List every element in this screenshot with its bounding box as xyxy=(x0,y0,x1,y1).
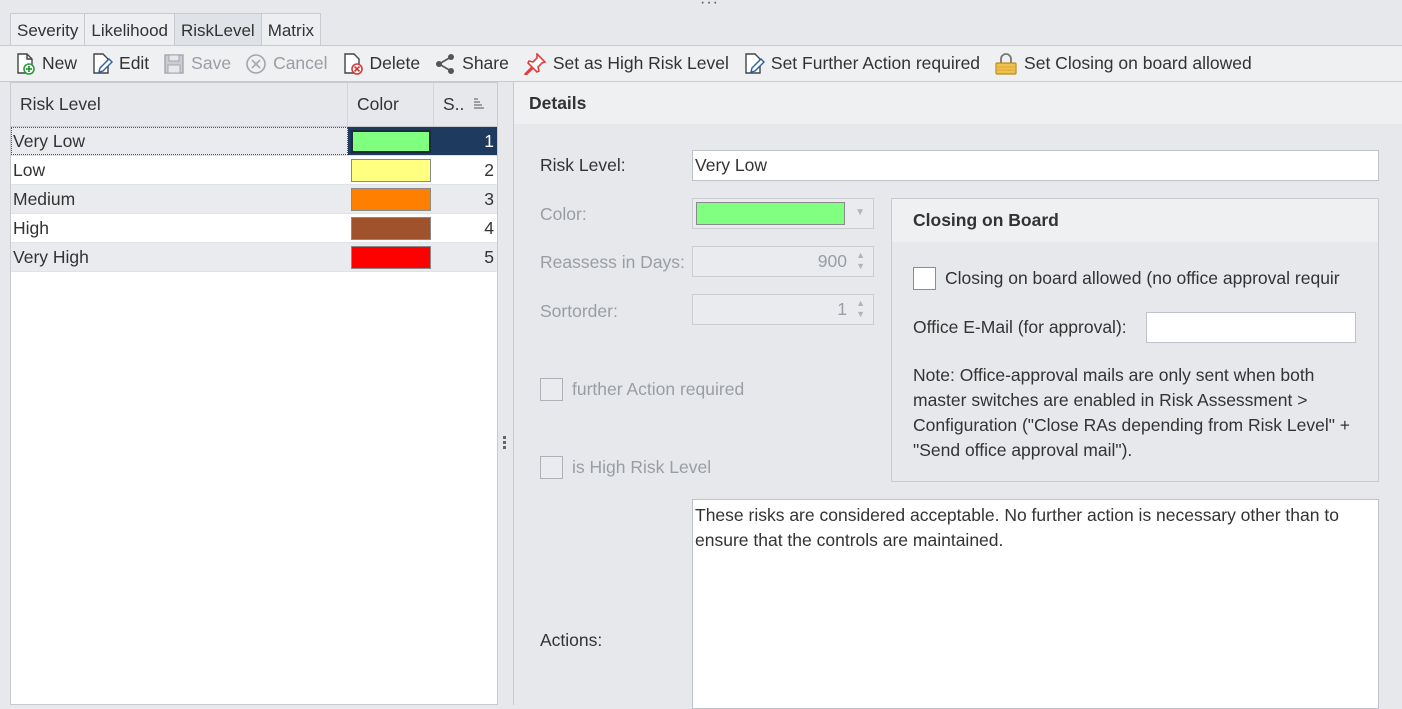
sort-ascending-icon xyxy=(474,98,484,109)
risk-level-grid: Risk Level Color S.. Very Low 1 Low 2 Me… xyxy=(10,82,498,705)
delete-document-icon xyxy=(343,52,363,75)
column-header-sortorder[interactable]: S.. xyxy=(434,83,497,126)
cell-color xyxy=(348,214,434,242)
color-swatch xyxy=(351,129,431,153)
edit-document-icon xyxy=(745,52,765,74)
cancel-label: Cancel xyxy=(273,53,328,73)
table-row[interactable]: High 4 xyxy=(11,214,497,243)
share-label: Share xyxy=(462,53,509,73)
table-row[interactable]: Low 2 xyxy=(11,156,497,185)
spinner-arrows-icon: ▲ ▼ xyxy=(856,298,865,319)
actions-textarea[interactable]: These risks are considered acceptable. N… xyxy=(692,499,1379,709)
risk-level-label: Risk Level: xyxy=(540,155,626,175)
cell-risk-level: Very Low xyxy=(11,127,348,155)
chevron-down-icon: ▼ xyxy=(855,207,865,218)
set-high-risk-label: Set as High Risk Level xyxy=(552,53,729,73)
toolbar: New Edit Save Cancel Delete Share Set as… xyxy=(0,45,1402,82)
spinner-arrows-icon: ▲ ▼ xyxy=(856,250,865,271)
reassess-label: Reassess in Days: xyxy=(540,252,685,272)
tab-strip: Severity Likelihood RiskLevel Matrix xyxy=(10,13,321,46)
table-row[interactable]: Very High 5 xyxy=(11,243,497,272)
cancel-button[interactable]: Cancel xyxy=(245,53,328,75)
cell-sortorder: 3 xyxy=(484,189,494,209)
table-row[interactable]: Very Low 1 xyxy=(11,127,497,156)
cell-color xyxy=(348,185,434,213)
new-button[interactable]: New xyxy=(14,52,78,75)
office-email-input[interactable] xyxy=(1146,312,1356,343)
edit-document-icon xyxy=(93,52,114,74)
set-further-action-label: Set Further Action required xyxy=(770,53,981,73)
tab-risklevel[interactable]: RiskLevel xyxy=(173,13,262,46)
cell-color xyxy=(348,156,434,184)
cell-sortorder: 5 xyxy=(484,247,494,267)
actions-label: Actions: xyxy=(540,630,603,650)
cell-color xyxy=(348,127,434,155)
column-header-risk-level[interactable]: Risk Level xyxy=(11,83,348,126)
new-document-icon xyxy=(17,52,35,75)
reassess-days-value: 900 xyxy=(817,251,847,271)
details-title: Details xyxy=(514,82,1402,124)
save-disk-icon xyxy=(164,53,184,74)
cell-risk-level: Low xyxy=(13,160,46,180)
risk-level-input[interactable] xyxy=(692,150,1379,181)
high-risk-checkbox[interactable] xyxy=(540,456,563,479)
cancel-circle-icon xyxy=(246,53,266,74)
reassess-days-spinner[interactable]: 900 ▲ ▼ xyxy=(692,246,874,277)
cell-risk-level: Medium xyxy=(13,189,76,209)
delete-button[interactable]: Delete xyxy=(342,52,421,75)
drag-handle-dots[interactable]: ··· xyxy=(700,0,719,12)
set-high-risk-button[interactable]: Set as High Risk Level xyxy=(523,52,729,75)
further-action-checkbox[interactable] xyxy=(540,378,563,401)
details-panel: Details Risk Level: Color: ▼ Reassess in… xyxy=(513,82,1402,709)
closing-on-board-title: Closing on Board xyxy=(892,199,1378,242)
grid-header: Risk Level Color S.. xyxy=(11,83,497,127)
cell-risk-level: Very High xyxy=(13,247,89,267)
further-action-label: further Action required xyxy=(572,379,745,399)
sortorder-spinner[interactable]: 1 ▲ ▼ xyxy=(692,294,874,325)
cell-sortorder: 2 xyxy=(484,160,494,180)
set-closing-allowed-button[interactable]: Set Closing on board allowed xyxy=(994,52,1252,75)
color-label: Color: xyxy=(540,204,587,224)
closing-allowed-label: Closing on board allowed (no office appr… xyxy=(945,268,1340,288)
save-button[interactable]: Save xyxy=(163,53,231,75)
save-label: Save xyxy=(191,53,232,73)
table-row[interactable]: Medium 3 xyxy=(11,185,497,214)
set-further-action-button[interactable]: Set Further Action required xyxy=(743,52,981,75)
cell-color xyxy=(348,243,434,271)
color-picker[interactable]: ▼ xyxy=(692,198,874,229)
sortorder-label: Sortorder: xyxy=(540,301,618,321)
color-swatch xyxy=(351,187,431,211)
pin-icon xyxy=(523,52,547,75)
edit-label: Edit xyxy=(119,53,150,73)
office-email-label: Office E-Mail (for approval): xyxy=(913,317,1127,337)
padlock-icon xyxy=(995,52,1017,75)
splitter-handle[interactable] xyxy=(503,436,507,451)
closing-allowed-checkbox[interactable] xyxy=(913,267,936,290)
cell-risk-level: High xyxy=(13,218,49,238)
color-swatch xyxy=(351,216,431,240)
delete-label: Delete xyxy=(369,53,421,73)
share-button[interactable]: Share xyxy=(434,53,509,75)
tab-likelihood[interactable]: Likelihood xyxy=(84,13,175,46)
set-closing-allowed-label: Set Closing on board allowed xyxy=(1024,53,1252,73)
cell-sortorder: 4 xyxy=(484,218,494,238)
edit-button[interactable]: Edit xyxy=(91,52,150,75)
column-header-sortorder-label: S.. xyxy=(443,94,465,114)
color-swatch xyxy=(351,158,431,182)
cell-sortorder: 1 xyxy=(434,127,497,155)
sortorder-value: 1 xyxy=(837,299,847,319)
column-header-color[interactable]: Color xyxy=(348,83,434,126)
approval-note: Note: Office-approval mails are only sen… xyxy=(913,365,1351,460)
closing-on-board-group: Closing on Board Closing on board allowe… xyxy=(891,198,1379,482)
high-risk-label: is High Risk Level xyxy=(572,457,712,477)
tab-severity[interactable]: Severity xyxy=(10,13,86,46)
new-label: New xyxy=(42,53,78,73)
share-icon xyxy=(436,53,455,74)
color-picker-swatch xyxy=(696,202,845,225)
color-swatch xyxy=(351,245,431,269)
tab-matrix[interactable]: Matrix xyxy=(260,13,321,46)
